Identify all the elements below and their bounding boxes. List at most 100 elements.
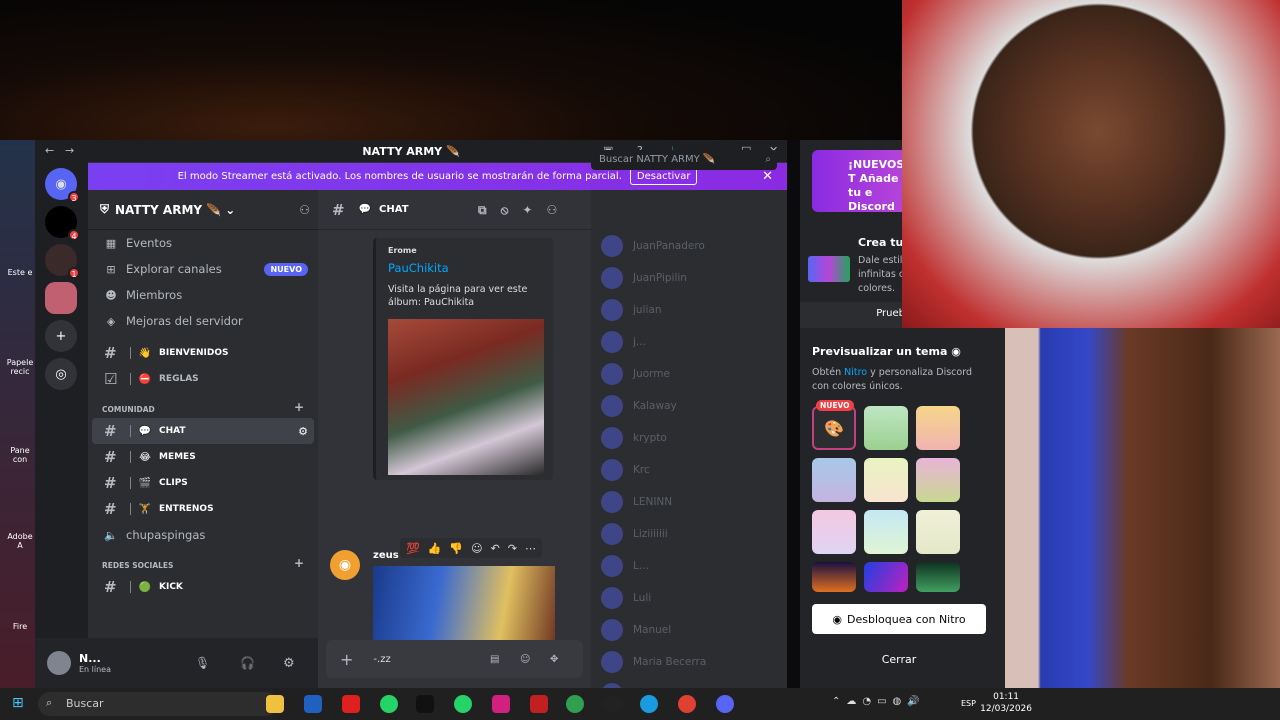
headphones-icon[interactable]: 🎧 xyxy=(240,656,255,670)
member-item[interactable]: Juorme xyxy=(591,358,787,390)
whatsapp-icon[interactable] xyxy=(380,695,398,713)
apps-icon[interactable]: ✥ xyxy=(550,654,558,665)
channel-entrenos[interactable]: # 🏋 ENTRENOS xyxy=(92,496,314,522)
message-author[interactable]: zeus xyxy=(373,550,399,561)
nav-item-boosts[interactable]: ◈ Mejoras del servidor xyxy=(88,308,318,334)
member-item[interactable]: Maria Becerra xyxy=(591,646,787,678)
channel-memes[interactable]: # 😂 MEMES xyxy=(92,444,314,470)
member-item[interactable]: Manuel xyxy=(591,614,787,646)
discover-icon[interactable]: ◎ xyxy=(45,358,77,390)
embed-image[interactable] xyxy=(388,319,544,475)
channel-bienvenidos[interactable]: # 👋 BIENVENIDOS xyxy=(92,340,314,366)
language-indicator[interactable]: ESP xyxy=(961,699,976,708)
add-channel-icon[interactable]: + xyxy=(294,556,304,570)
channel-chat[interactable]: # 💬 CHAT ⚙ xyxy=(92,418,314,444)
add-attachment-icon[interactable]: + xyxy=(340,650,353,669)
theme-tile[interactable] xyxy=(916,406,960,450)
reply-icon[interactable]: ↶ xyxy=(491,542,500,555)
thumbs-down-icon[interactable]: 👎 xyxy=(449,542,463,555)
header-icons[interactable]: ⧉⦸✦⚇ xyxy=(478,203,571,218)
app-icon[interactable] xyxy=(530,695,548,713)
unlock-nitro-button[interactable]: ◉ Desbloquea con Nitro xyxy=(812,604,986,634)
theme-tile-custom[interactable]: 🎨 xyxy=(812,406,856,450)
member-item[interactable]: Krc xyxy=(591,454,787,486)
member-item[interactable]: JuanPanadero xyxy=(591,230,787,262)
clock[interactable]: 01:11 12/03/2026 xyxy=(980,691,1032,715)
try-button[interactable]: Prueb xyxy=(800,302,905,328)
voice-channel[interactable]: 🔈 chupaspingas xyxy=(88,522,318,548)
home-server[interactable]: ◉ 3 xyxy=(45,168,80,203)
tray-icons[interactable]: ⌃☁◔▭◍🔊 xyxy=(832,696,926,707)
channel-reglas[interactable]: ☑ ⛔ REGLAS xyxy=(92,366,314,392)
chrome-icon[interactable] xyxy=(566,695,584,713)
category-comunidad[interactable]: COMUNIDAD + xyxy=(88,392,318,418)
nitro-promo[interactable]: ¡NUEVOS T Añade tu e Discord xyxy=(812,150,907,213)
taskbar-search[interactable]: ⌕ Buscar xyxy=(38,692,278,716)
obs-icon[interactable] xyxy=(604,695,622,713)
settings-gear-icon[interactable]: ⚙ xyxy=(298,425,308,438)
theme-tile[interactable] xyxy=(864,562,908,592)
close-icon[interactable]: ✕ xyxy=(762,169,773,184)
channel-kick[interactable]: # 🟢 KICK xyxy=(92,574,314,600)
gift-icon[interactable]: ▤ xyxy=(490,654,499,665)
nav-item-explore[interactable]: ⊞ Explorar canales NUEVO xyxy=(88,256,318,282)
nav-item-events[interactable]: ▦ Eventos xyxy=(88,230,318,256)
youtube-icon[interactable] xyxy=(342,695,360,713)
theme-tile[interactable] xyxy=(916,458,960,502)
desktop-icon-label[interactable]: Pane con xyxy=(4,446,36,464)
theme-tile[interactable] xyxy=(864,458,908,502)
chrome-icon[interactable] xyxy=(678,695,696,713)
emoji-icon[interactable]: ☺ xyxy=(471,542,482,555)
add-member-icon[interactable]: ⚇ xyxy=(299,203,310,217)
nitro-link[interactable]: Nitro xyxy=(844,367,867,378)
forward-icon[interactable]: ↷ xyxy=(508,542,517,555)
member-item[interactable]: Kalaway xyxy=(591,390,787,422)
member-item[interactable]: Luli xyxy=(591,582,787,614)
discord-icon[interactable] xyxy=(716,695,734,713)
microphone-icon[interactable]: 🎙 xyxy=(195,656,210,670)
add-channel-icon[interactable]: + xyxy=(294,400,304,414)
more-icon[interactable]: ⋯ xyxy=(525,542,536,555)
sticker-icon[interactable]: ☺ xyxy=(520,654,530,665)
instagram-icon[interactable] xyxy=(492,695,510,713)
member-item[interactable]: JuanPipilin xyxy=(591,262,787,294)
thumbs-up-icon[interactable]: 👍 xyxy=(428,542,442,555)
desktop-icon-label[interactable]: Fire xyxy=(4,622,36,631)
theme-tile[interactable] xyxy=(864,406,908,450)
desktop-icon-label[interactable]: Este e xyxy=(4,268,36,277)
avatar[interactable] xyxy=(47,651,71,675)
store-icon[interactable] xyxy=(304,695,322,713)
category-redes[interactable]: REDES SOCIALES + xyxy=(88,548,318,574)
edge-icon[interactable] xyxy=(640,695,658,713)
add-server-icon[interactable]: + xyxy=(45,320,77,352)
theme-tile[interactable] xyxy=(864,510,908,554)
windows-start-icon[interactable]: ⊞ xyxy=(12,695,24,711)
embed-title-link[interactable]: PauChikita xyxy=(388,261,541,275)
theme-tile[interactable] xyxy=(812,562,856,592)
member-item[interactable]: j... xyxy=(591,326,787,358)
member-item[interactable]: julian xyxy=(591,294,787,326)
theme-tile[interactable] xyxy=(916,510,960,554)
member-item[interactable]: Liziiiiiii xyxy=(591,518,787,550)
settings-gear-icon[interactable]: ⚙ xyxy=(283,656,295,671)
message-composer[interactable]: + -.zz ▤ ☺ ✥ xyxy=(326,640,583,678)
whatsapp-icon[interactable] xyxy=(454,695,472,713)
reaction-icon[interactable]: 💯 xyxy=(406,542,420,555)
server-icon[interactable]: 4 xyxy=(45,206,80,241)
nav-item-members[interactable]: ☻ Miembros xyxy=(88,282,318,308)
avatar[interactable]: ◉ xyxy=(330,550,360,580)
desktop-icon-label[interactable]: Adobe A xyxy=(4,532,36,550)
capcut-icon[interactable] xyxy=(416,695,434,713)
theme-tile[interactable] xyxy=(812,458,856,502)
file-explorer-icon[interactable] xyxy=(266,695,284,713)
server-header[interactable]: ⛨ NATTY ARMY 🪶 ⌄ ⚇ xyxy=(88,190,318,230)
theme-tile[interactable] xyxy=(916,562,960,592)
member-item[interactable]: krypto xyxy=(591,422,787,454)
server-icon-active[interactable] xyxy=(45,282,77,314)
server-icon[interactable]: 1 xyxy=(45,244,80,279)
deactivate-button[interactable]: Desactivar xyxy=(629,168,698,185)
member-item[interactable]: L... xyxy=(591,550,787,582)
member-item[interactable]: LENINN xyxy=(591,486,787,518)
search-input[interactable]: Buscar NATTY ARMY 🪶 ⌕ xyxy=(591,150,777,170)
theme-tile[interactable] xyxy=(812,510,856,554)
